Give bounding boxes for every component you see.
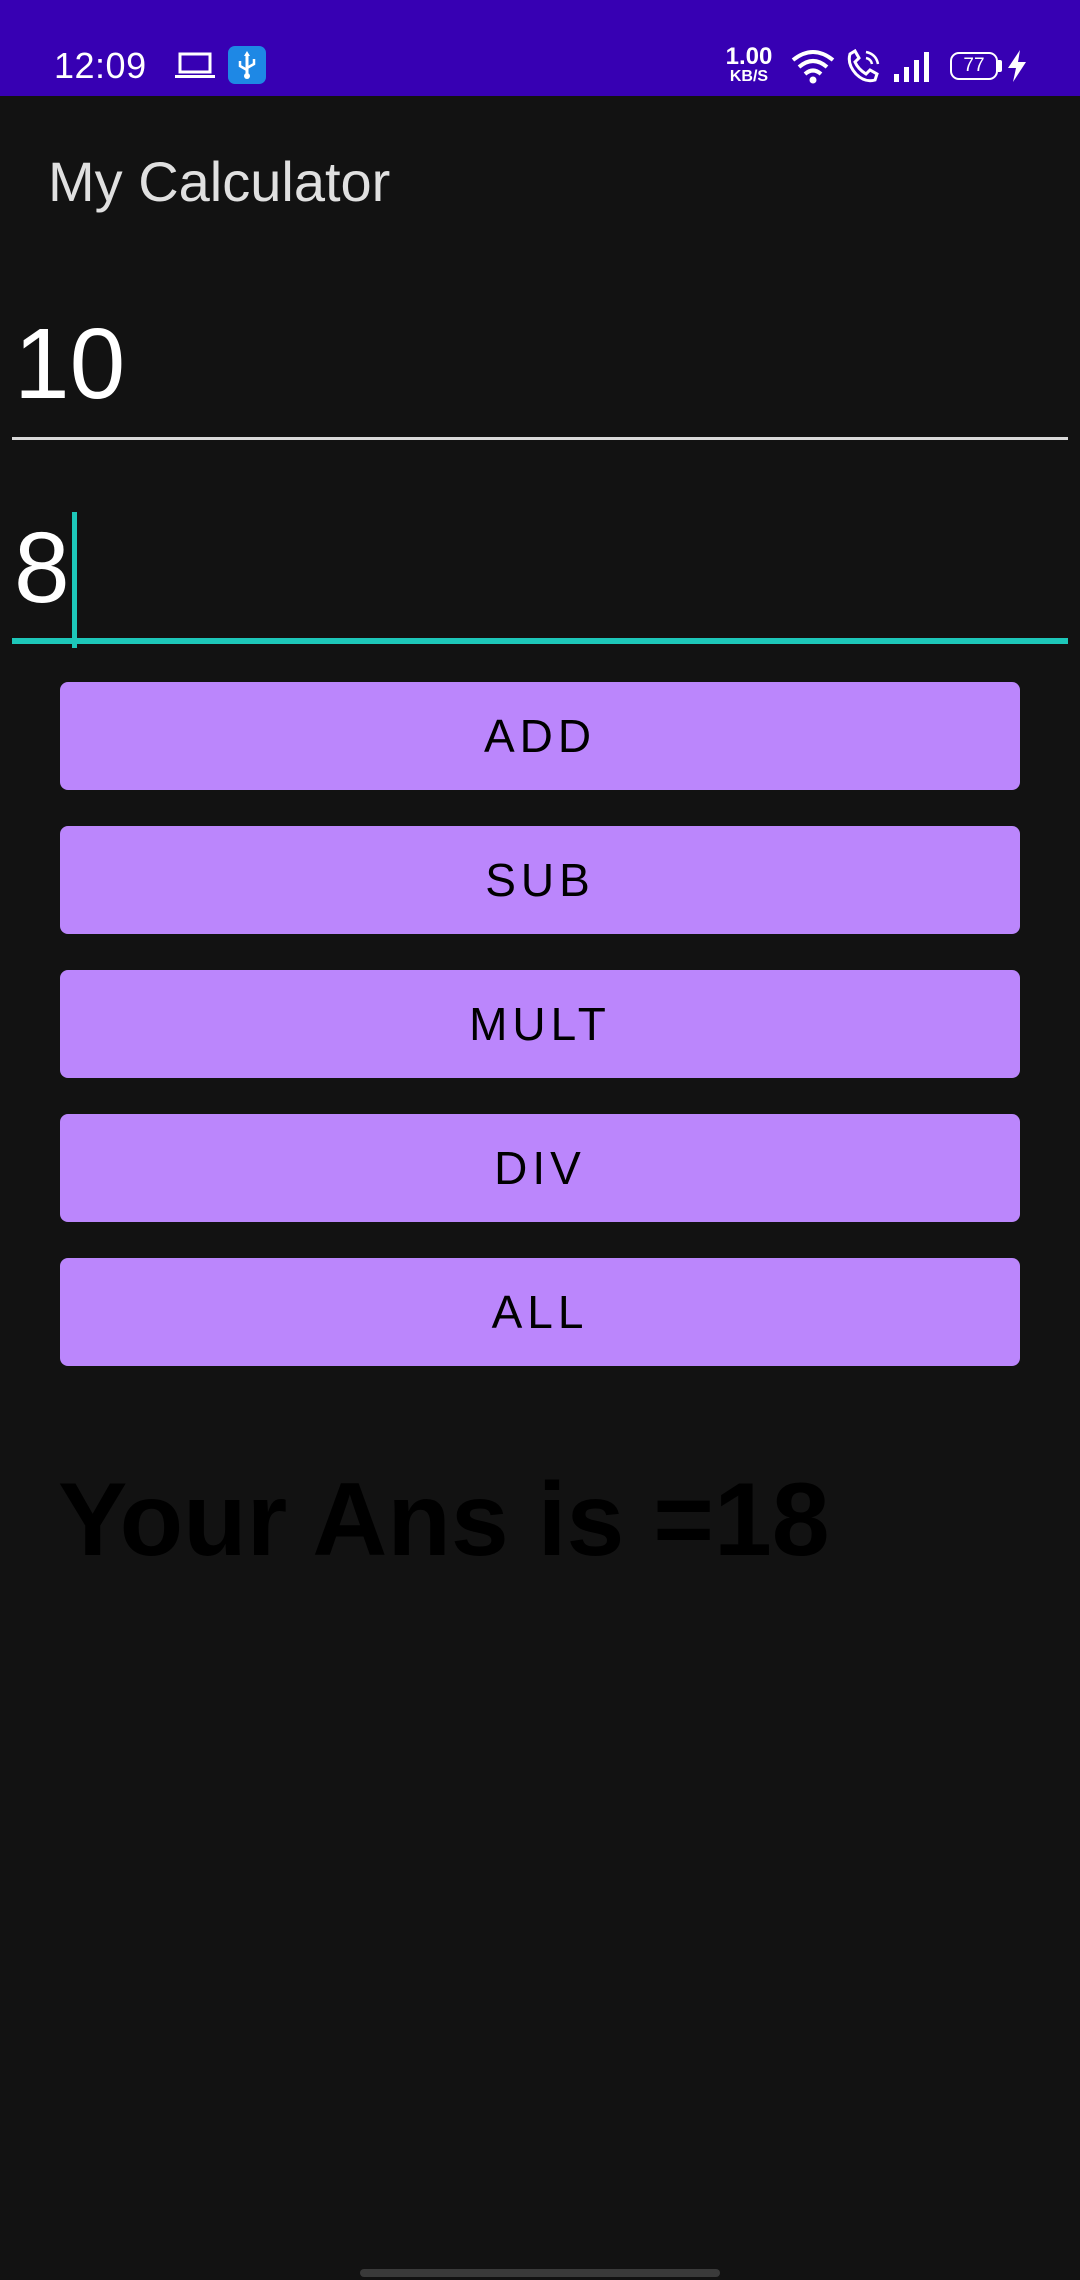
second-number-underline — [12, 638, 1068, 644]
battery-level: 77 — [963, 55, 985, 76]
network-speed-unit: KB/S — [729, 68, 769, 85]
second-number-field[interactable]: 8 — [12, 490, 1068, 648]
gesture-nav-handle[interactable] — [360, 2269, 720, 2277]
charging-icon — [1008, 50, 1026, 82]
app-title: My Calculator — [48, 150, 391, 213]
first-number-text: 10 — [14, 308, 126, 420]
network-speed: 1.00 KB/S — [718, 45, 780, 85]
second-number-text: 8 — [14, 512, 70, 624]
status-bar: 12:09 1.00 KB/S 77 — [0, 0, 1080, 96]
first-number-underline — [12, 437, 1068, 440]
div-button[interactable]: DIV — [60, 1114, 1020, 1222]
first-number-field[interactable]: 10 — [12, 300, 1068, 440]
signal-icon — [894, 52, 929, 82]
wifi-calling-icon — [847, 48, 880, 83]
mult-button[interactable]: MULT — [60, 970, 1020, 1078]
laptop-icon — [175, 52, 215, 78]
network-speed-value: 1.00 — [725, 43, 773, 70]
usb-debug-icon — [228, 46, 266, 84]
add-button[interactable]: ADD — [60, 682, 1020, 790]
wifi-icon — [791, 50, 835, 84]
status-time: 12:09 — [54, 45, 147, 86]
first-number-value: 10 — [14, 314, 125, 414]
result-text: Your Ans is =18 — [58, 1462, 830, 1578]
battery-tip — [998, 60, 1002, 72]
all-button[interactable]: ALL — [60, 1258, 1020, 1366]
text-cursor — [71, 512, 77, 648]
sub-button[interactable]: SUB — [60, 826, 1020, 934]
second-number-value: 8 — [14, 512, 77, 648]
